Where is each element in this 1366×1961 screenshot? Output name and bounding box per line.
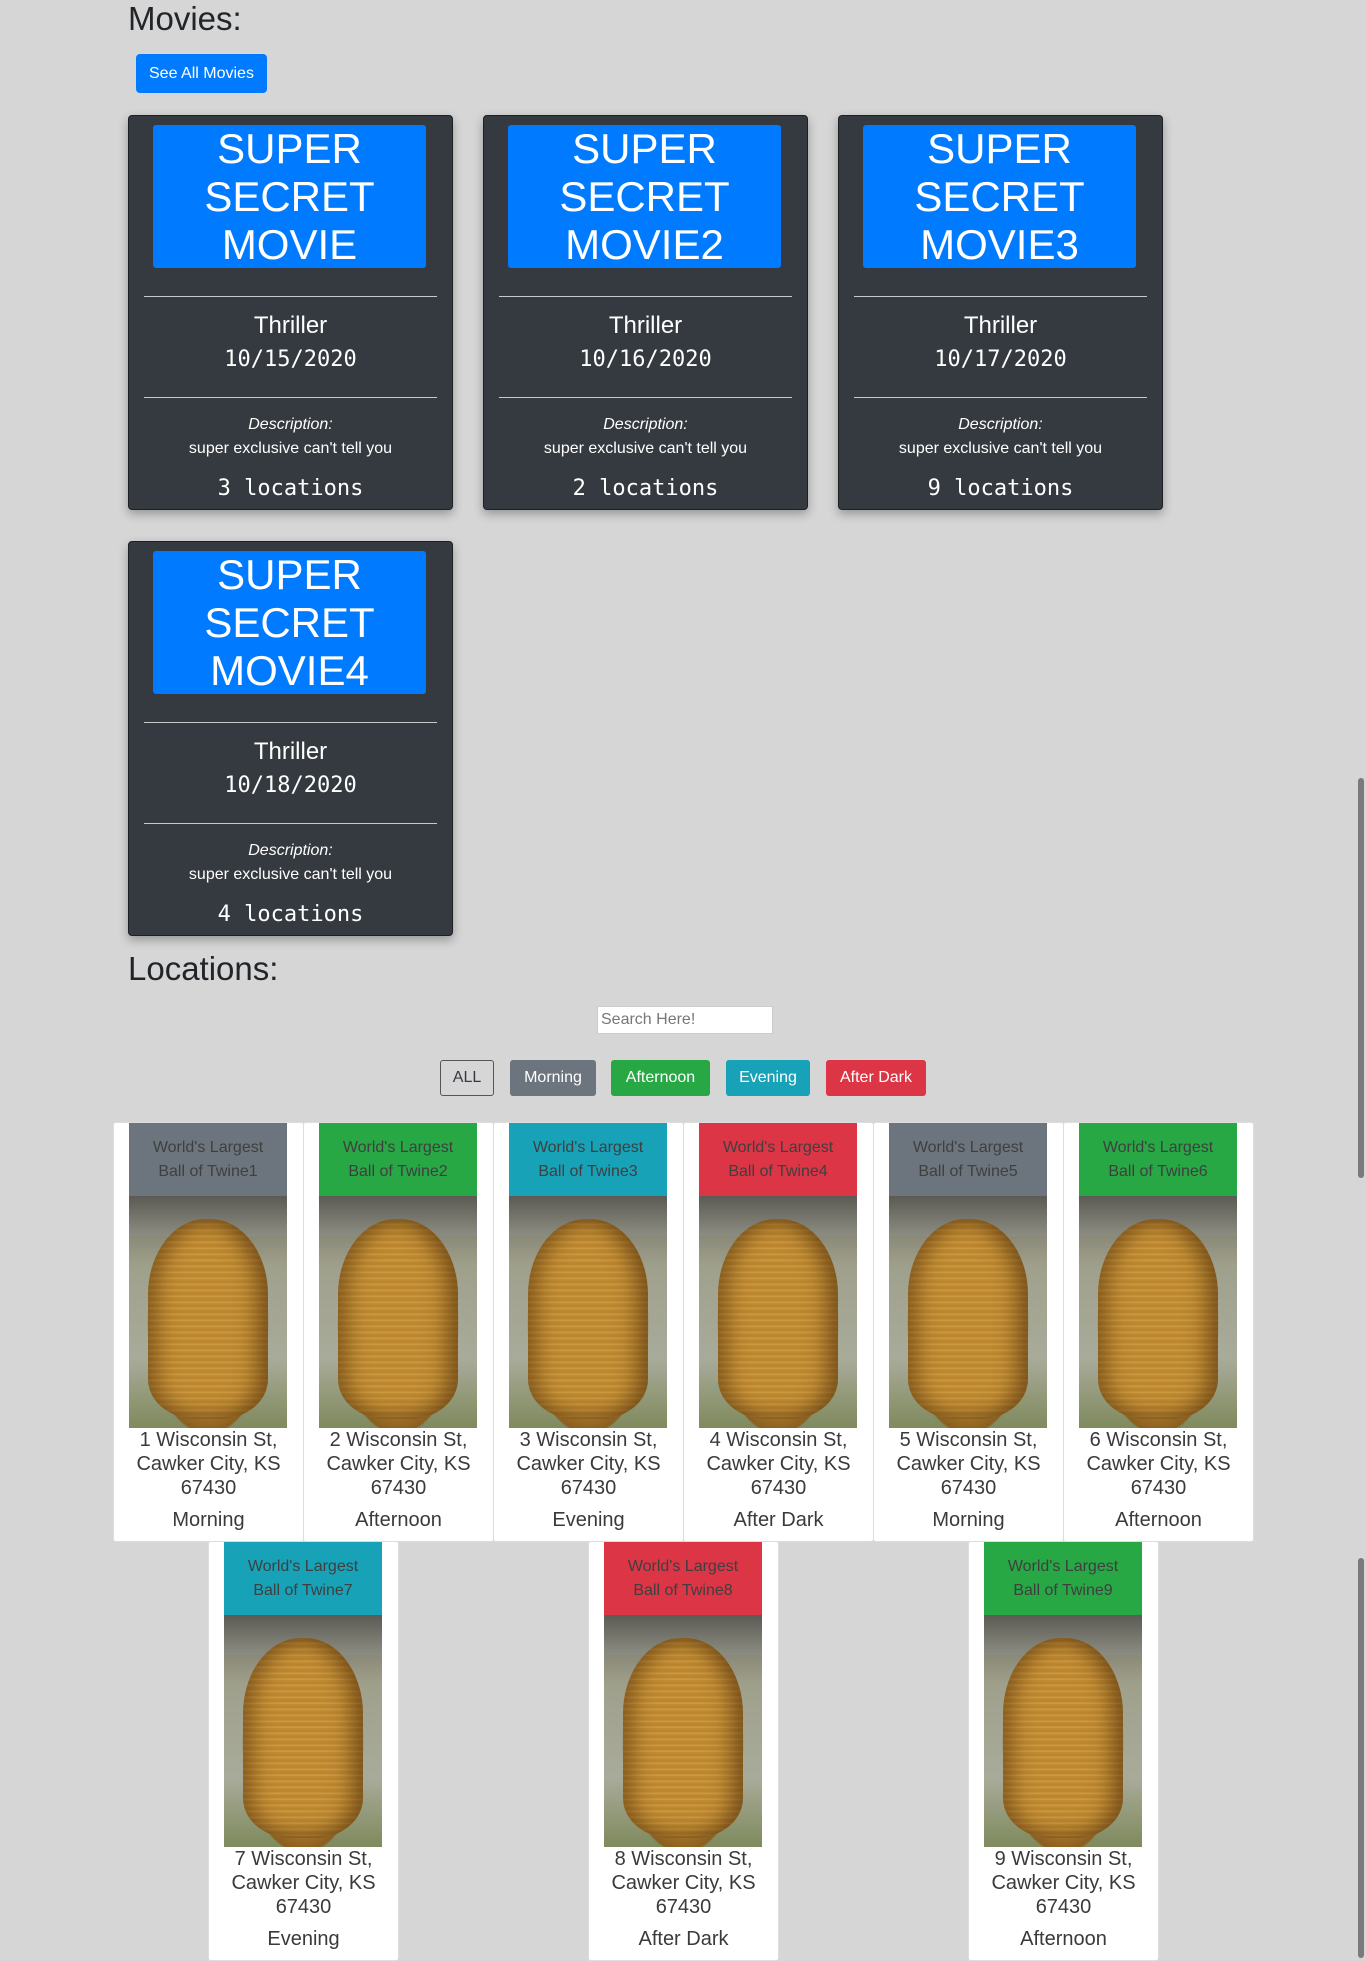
location-image xyxy=(1079,1196,1237,1428)
location-time: Afternoon xyxy=(1020,1928,1107,1950)
movie-date: 10/16/2020 xyxy=(579,347,712,372)
scroll-thumb[interactable] xyxy=(1358,1558,1364,1958)
description-label: Description: xyxy=(958,416,1043,433)
movie-card[interactable]: SUPER SECRET MOVIE2 Thriller 10/16/2020 … xyxy=(483,115,808,510)
location-address: 4 Wisconsin St, Cawker City, KS 67430 xyxy=(706,1429,851,1499)
location-time: Evening xyxy=(267,1928,340,1950)
movie-date: 10/17/2020 xyxy=(934,347,1067,372)
movie-poster: SUPER SECRET MOVIE xyxy=(153,125,426,268)
location-card[interactable]: World's Largest Ball of Twine6 6 Wiscons… xyxy=(1063,1122,1254,1542)
location-image xyxy=(699,1196,857,1428)
movie-date: 10/15/2020 xyxy=(224,347,357,372)
location-image xyxy=(604,1615,762,1847)
location-address: 7 Wisconsin St, Cawker City, KS 67430 xyxy=(231,1848,376,1918)
location-time: Afternoon xyxy=(355,1509,442,1531)
description-label: Description: xyxy=(603,416,688,433)
movie-card[interactable]: SUPER SECRET MOVIE3 Thriller 10/17/2020 … xyxy=(838,115,1163,510)
movie-genre: Thriller xyxy=(608,312,683,339)
movie-location-count: 9 locations xyxy=(927,476,1074,501)
movie-poster: SUPER SECRET MOVIE3 xyxy=(863,125,1136,268)
location-address: 6 Wisconsin St, Cawker City, KS 67430 xyxy=(1086,1429,1231,1499)
scroll-thumb[interactable] xyxy=(1358,778,1364,1178)
movie-description: super exclusive can't tell you xyxy=(188,440,393,457)
movie-description: super exclusive can't tell you xyxy=(898,440,1103,457)
movie-location-count: 4 locations xyxy=(217,902,364,927)
movie-card[interactable]: SUPER SECRET MOVIE4 Thriller 10/18/2020 … xyxy=(128,541,453,936)
movies-heading: Movies: xyxy=(128,0,242,37)
location-time: Afternoon xyxy=(1115,1509,1202,1531)
location-time: Morning xyxy=(172,1509,245,1531)
location-address: 3 Wisconsin St, Cawker City, KS 67430 xyxy=(516,1429,661,1499)
location-name: World's Largest Ball of Twine2 xyxy=(319,1123,477,1196)
location-card[interactable]: World's Largest Ball of Twine3 3 Wiscons… xyxy=(493,1122,684,1542)
location-image xyxy=(984,1615,1142,1847)
location-name: World's Largest Ball of Twine7 xyxy=(224,1542,382,1615)
divider xyxy=(499,397,792,398)
location-name: World's Largest Ball of Twine9 xyxy=(984,1542,1142,1615)
location-name: World's Largest Ball of Twine5 xyxy=(889,1123,1047,1196)
location-address: 1 Wisconsin St, Cawker City, KS 67430 xyxy=(136,1429,281,1499)
divider xyxy=(854,397,1147,398)
location-card[interactable]: World's Largest Ball of Twine1 1 Wiscons… xyxy=(113,1122,304,1542)
location-time: After Dark xyxy=(733,1509,824,1531)
movie-card[interactable]: SUPER SECRET MOVIE Thriller 10/15/2020 D… xyxy=(128,115,453,510)
location-card[interactable]: World's Largest Ball of Twine9 9 Wiscons… xyxy=(968,1541,1159,1961)
divider xyxy=(854,296,1147,297)
location-card[interactable]: World's Largest Ball of Twine7 7 Wiscons… xyxy=(208,1541,399,1961)
divider xyxy=(144,722,437,723)
filter-afternoon-button[interactable]: Afternoon xyxy=(611,1060,710,1096)
location-time: After Dark xyxy=(638,1928,729,1950)
location-image xyxy=(509,1196,667,1428)
filter-morning-button[interactable]: Morning xyxy=(510,1060,596,1096)
filter-after-dark-button[interactable]: After Dark xyxy=(826,1060,926,1096)
locations-heading: Locations: xyxy=(128,950,279,987)
movie-description: super exclusive can't tell you xyxy=(188,866,393,883)
divider xyxy=(144,296,437,297)
movie-poster: SUPER SECRET MOVIE2 xyxy=(508,125,781,268)
location-time: Evening xyxy=(552,1509,625,1531)
location-card[interactable]: World's Largest Ball of Twine4 4 Wiscons… xyxy=(683,1122,874,1542)
movie-location-count: 2 locations xyxy=(572,476,719,501)
location-address: 8 Wisconsin St, Cawker City, KS 67430 xyxy=(611,1848,756,1918)
location-card[interactable]: World's Largest Ball of Twine2 2 Wiscons… xyxy=(303,1122,494,1542)
location-image xyxy=(224,1615,382,1847)
location-name: World's Largest Ball of Twine8 xyxy=(604,1542,762,1615)
movie-description: super exclusive can't tell you xyxy=(543,440,748,457)
movie-poster: SUPER SECRET MOVIE4 xyxy=(153,551,426,694)
location-image xyxy=(319,1196,477,1428)
location-name: World's Largest Ball of Twine6 xyxy=(1079,1123,1237,1196)
divider xyxy=(499,296,792,297)
location-address: 9 Wisconsin St, Cawker City, KS 67430 xyxy=(991,1848,1136,1918)
scrollbar[interactable] xyxy=(1356,0,1366,1960)
location-name: World's Largest Ball of Twine3 xyxy=(509,1123,667,1196)
filter-evening-button[interactable]: Evening xyxy=(726,1060,810,1096)
location-card[interactable]: World's Largest Ball of Twine8 8 Wiscons… xyxy=(588,1541,779,1961)
location-image xyxy=(129,1196,287,1428)
location-name: World's Largest Ball of Twine1 xyxy=(129,1123,287,1196)
location-image xyxy=(889,1196,1047,1428)
description-label: Description: xyxy=(248,842,333,859)
movie-date: 10/18/2020 xyxy=(224,773,357,798)
search-input[interactable]: Search Here! xyxy=(597,1006,773,1034)
divider xyxy=(144,397,437,398)
location-name: World's Largest Ball of Twine4 xyxy=(699,1123,857,1196)
location-card[interactable]: World's Largest Ball of Twine5 5 Wiscons… xyxy=(873,1122,1064,1542)
see-all-movies-button[interactable]: See All Movies xyxy=(136,54,267,93)
location-address: 2 Wisconsin St, Cawker City, KS 67430 xyxy=(326,1429,471,1499)
description-label: Description: xyxy=(248,416,333,433)
movie-genre: Thriller xyxy=(963,312,1038,339)
filter-all-button[interactable]: ALL xyxy=(440,1060,494,1096)
movie-location-count: 3 locations xyxy=(217,476,364,501)
location-address: 5 Wisconsin St, Cawker City, KS 67430 xyxy=(896,1429,1041,1499)
location-time: Morning xyxy=(932,1509,1005,1531)
movie-genre: Thriller xyxy=(253,312,328,339)
movie-genre: Thriller xyxy=(253,738,328,765)
divider xyxy=(144,823,437,824)
